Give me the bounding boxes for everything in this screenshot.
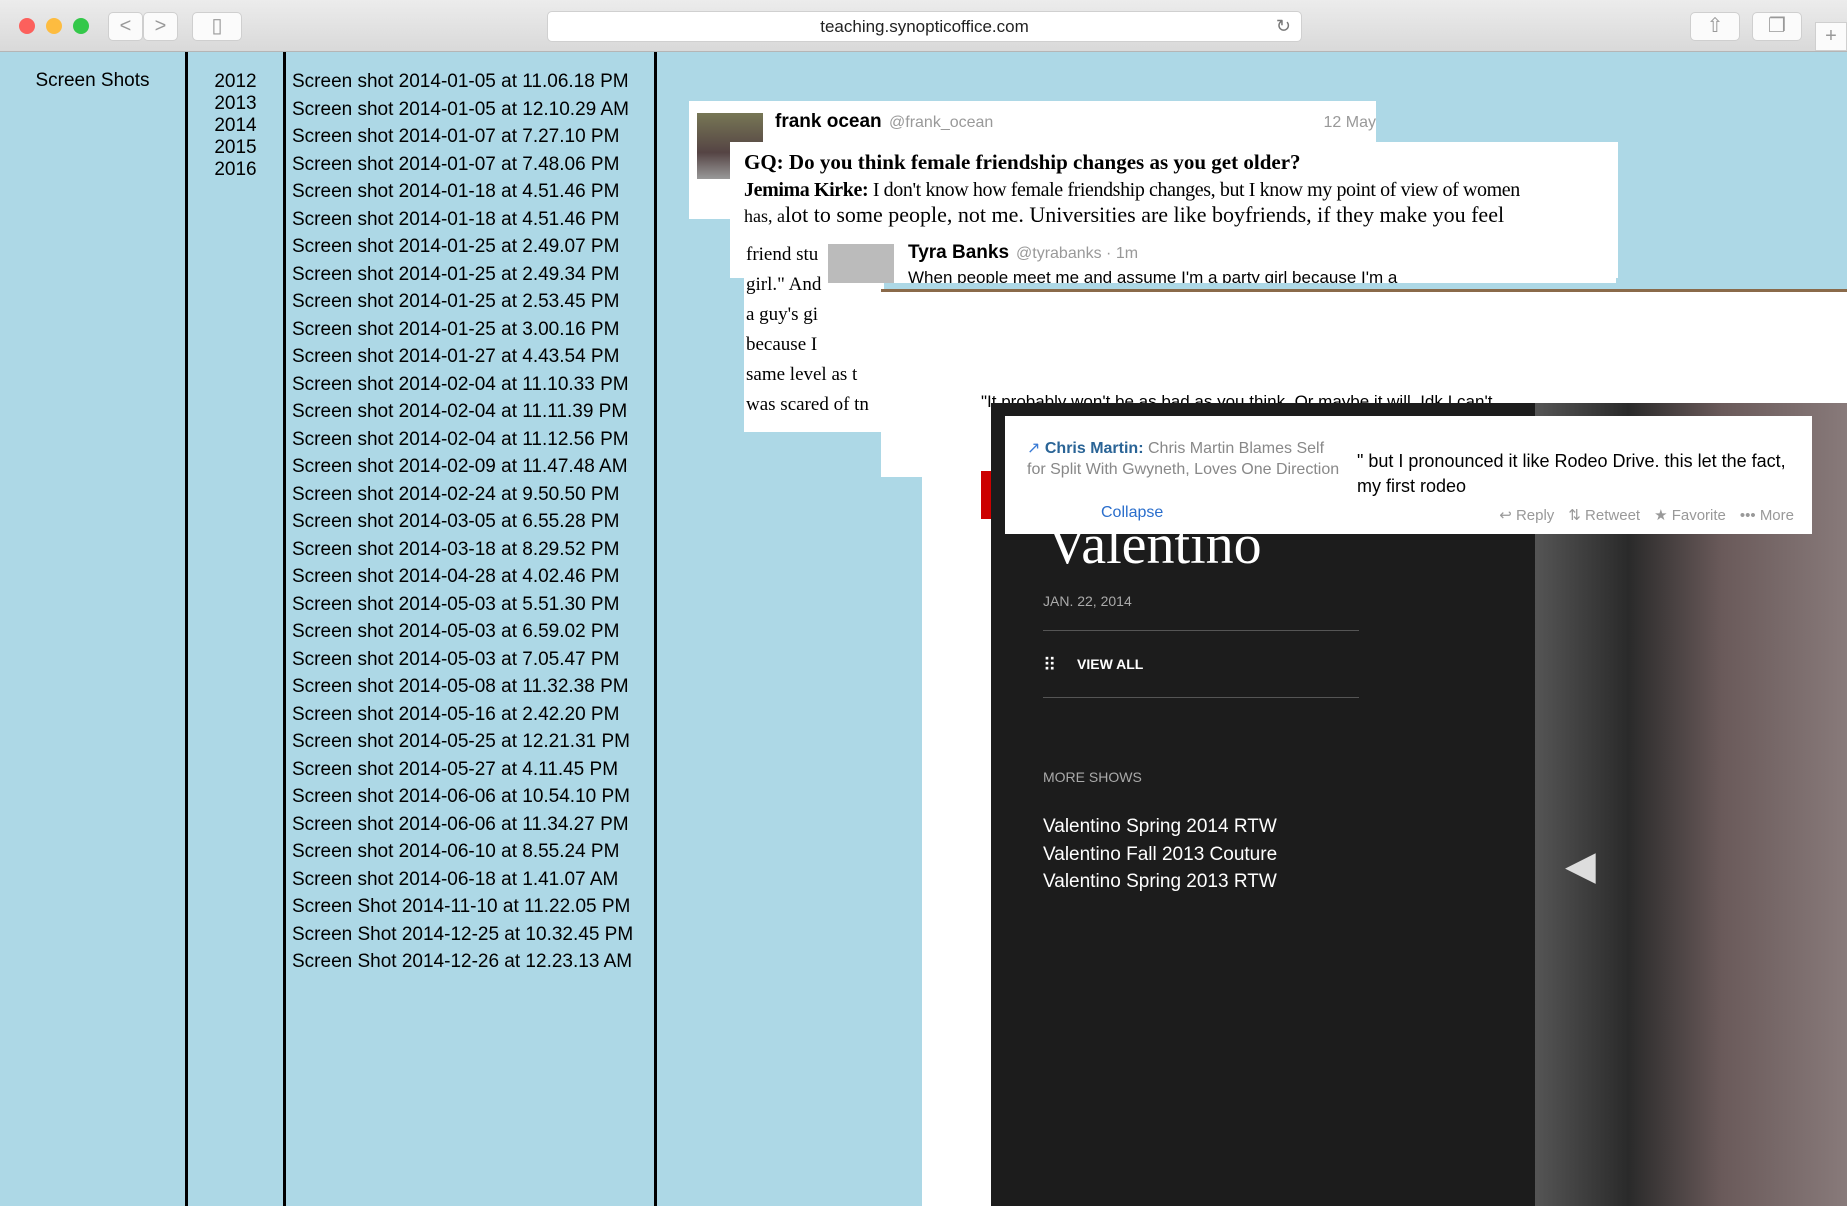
file-item[interactable]: Screen shot 2014-01-05 at 11.06.18 PM [292,68,654,96]
action-icon: ⇅ [1568,507,1586,524]
gq-line: a guy's gi [746,304,819,325]
column-years: 2012 2013 2014 2015 2016 [188,52,286,1206]
file-item[interactable]: Screen shot 2014-02-09 at 11.47.48 AM [292,453,654,481]
tweet-action-retweet[interactable]: ⇅ Retweet [1568,507,1640,524]
tweet-handle: @tyrabanks · 1m [1016,245,1139,262]
year-folder[interactable]: 2016 [188,159,283,181]
tweet-handle: @frank_ocean [889,114,994,131]
file-item[interactable]: Screen shot 2014-03-18 at 8.29.52 PM [292,536,654,564]
file-item[interactable]: Screen shot 2014-01-05 at 12.10.29 AM [292,96,654,124]
trending-icon: ↗ [1027,440,1045,457]
file-item[interactable]: Screen shot 2014-04-28 at 4.02.46 PM [292,563,654,591]
show-link[interactable]: Valentino Fall 2013 Couture [1043,841,1277,869]
action-label: Reply [1515,507,1555,524]
file-item[interactable]: Screen shot 2014-01-25 at 2.49.34 PM [292,261,654,289]
action-icon: ↩ [1499,507,1516,524]
file-item[interactable]: Screen shot 2014-05-16 at 2.42.20 PM [292,701,654,729]
file-item[interactable]: Screen shot 2014-06-06 at 10.54.10 PM [292,783,654,811]
tweet-text: When people meet me and assume I'm a par… [908,268,1398,283]
browser-toolbar: < > ▯ teaching.synopticoffice.com ↻ ⇧ ❐ + [0,0,1847,52]
file-item[interactable]: Screen shot 2014-01-18 at 4.51.46 PM [292,206,654,234]
file-item[interactable]: Screen shot 2014-01-25 at 3.00.16 PM [292,316,654,344]
file-item[interactable]: Screen Shot 2014-12-25 at 10.32.45 PM [292,921,654,949]
gq-line: was scared of tn [746,394,869,415]
tabs-icon[interactable]: ❐ [1752,12,1802,41]
file-item[interactable]: Screen shot 2014-03-05 at 6.55.28 PM [292,508,654,536]
gq-line: lot to some people, not me. Universities… [784,202,1505,227]
sidebar-toggle-icon[interactable]: ▯ [192,12,242,41]
file-item[interactable]: Screen shot 2014-05-25 at 12.21.31 PM [292,728,654,756]
url-text: teaching.synopticoffice.com [820,17,1029,36]
new-tab-button[interactable]: + [1815,22,1847,51]
address-bar[interactable]: teaching.synopticoffice.com ↻ [547,11,1302,42]
file-item[interactable]: Screen shot 2014-05-27 at 4.11.45 PM [292,756,654,784]
show-date: JAN. 22, 2014 [1043,593,1132,609]
action-label: More [1759,507,1794,524]
tweet-date: 12 May [1323,114,1376,131]
action-icon: ••• [1739,507,1760,524]
year-folder[interactable]: 2013 [188,93,283,115]
grid-icon[interactable]: ⠿ [1043,655,1056,676]
action-label: Favorite [1671,507,1726,524]
tweet-author: Tyra Banks [908,242,1010,263]
collapse-link[interactable]: Collapse [1101,504,1163,522]
article-page-margin [922,465,992,1206]
zoom-window-button[interactable] [73,18,89,34]
tweet-action-reply[interactable]: ↩ Reply [1499,507,1554,524]
file-item[interactable]: Screen shot 2014-02-04 at 11.11.39 PM [292,398,654,426]
tweet-action-more[interactable]: ••• More [1740,507,1794,524]
show-link[interactable]: Valentino Spring 2013 RTW [1043,868,1277,896]
tweet-text: " but I pronounced it like Rodeo Drive. … [1357,451,1786,496]
minimize-window-button[interactable] [46,18,62,34]
tweet-author: frank ocean [775,111,882,132]
forward-button[interactable]: > [143,12,178,41]
file-item[interactable]: Screen shot 2014-01-25 at 2.53.45 PM [292,288,654,316]
file-item[interactable]: Screen Shot 2014-12-26 at 12.23.13 AM [292,948,654,976]
file-item[interactable]: Screen shot 2014-05-08 at 11.32.38 PM [292,673,654,701]
file-item[interactable]: Screen shot 2014-01-27 at 4.43.54 PM [292,343,654,371]
action-icon: ★ [1654,507,1672,524]
file-item[interactable]: Screen shot 2014-05-03 at 6.59.02 PM [292,618,654,646]
file-item[interactable]: Screen shot 2014-06-06 at 11.34.27 PM [292,811,654,839]
file-item[interactable]: Screen shot 2014-02-04 at 11.10.33 PM [292,371,654,399]
show-link[interactable]: Valentino Spring 2014 RTW [1043,813,1277,841]
gq-line: same level as t [746,364,858,385]
view-all-link[interactable]: VIEW ALL [1077,656,1143,672]
year-folder[interactable]: 2012 [188,71,283,93]
gq-line: has, a [744,206,785,226]
folder-screen-shots[interactable]: Screen Shots [35,70,149,91]
tweet-action-favorite[interactable]: ★ Favorite [1654,507,1726,524]
file-item[interactable]: Screen shot 2014-01-25 at 2.49.07 PM [292,233,654,261]
file-item[interactable]: Screen shot 2014-01-18 at 4.51.46 PM [292,178,654,206]
gq-answer-text: I don't know how female friendship chang… [868,179,1520,201]
file-item[interactable]: Screen shot 2014-01-07 at 7.27.10 PM [292,123,654,151]
file-item[interactable]: Screen shot 2014-01-07 at 7.48.06 PM [292,151,654,179]
file-item[interactable]: Screen shot 2014-02-24 at 9.50.50 PM [292,481,654,509]
share-icon[interactable]: ⇧ [1690,12,1740,41]
tyra-banks-tweet: Tyra Banks @tyrabanks · 1m When people m… [828,240,1616,283]
chris-martin-tweet: ↗ Chris Martin: Chris Martin Blames Self… [1005,416,1812,534]
file-item[interactable]: Screen shot 2014-05-03 at 7.05.47 PM [292,646,654,674]
gq-question: GQ: Do you think female friendship chang… [744,150,1301,174]
action-label: Retweet [1585,507,1641,524]
gq-line: because I [746,334,818,355]
file-item[interactable]: Screen shot 2014-06-10 at 8.55.24 PM [292,838,654,866]
previous-arrow-icon[interactable]: ◀ [1565,843,1596,889]
column-root: Screen Shots [0,52,188,1206]
file-item[interactable]: Screen shot 2014-06-18 at 1.41.07 AM [292,866,654,894]
year-folder[interactable]: 2015 [188,137,283,159]
gq-answer-name: Jemima Kirke: [744,179,869,201]
year-folder[interactable]: 2014 [188,115,283,137]
close-window-button[interactable] [19,18,35,34]
reload-icon[interactable]: ↻ [1276,12,1291,41]
back-button[interactable]: < [108,12,143,41]
file-item[interactable]: Screen shot 2014-02-04 at 11.12.56 PM [292,426,654,454]
column-files: Screen shot 2014-01-05 at 11.06.18 PM Scr… [286,52,657,1206]
more-shows-heading: MORE SHOWS [1043,769,1142,785]
trend-name[interactable]: Chris Martin: [1045,440,1144,457]
file-item[interactable]: Screen Shot 2014-11-10 at 11.22.05 PM [292,893,654,921]
file-item[interactable]: Screen shot 2014-05-03 at 5.51.30 PM [292,591,654,619]
avatar [828,244,894,283]
